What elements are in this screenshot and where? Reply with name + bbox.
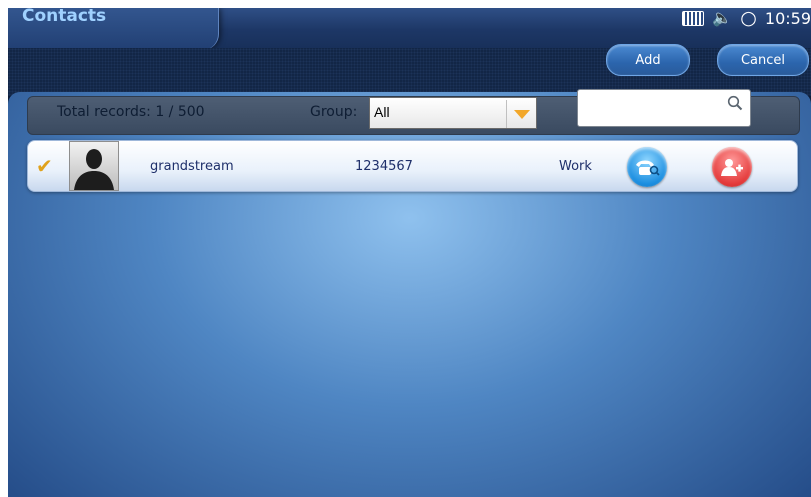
group-select-value: All — [374, 104, 390, 120]
device-screen — [8, 8, 811, 497]
sync-icon: ○ — [740, 6, 757, 29]
volume-icon[interactable]: 🔈 — [712, 10, 732, 26]
group-select-arrow[interactable] — [506, 100, 537, 128]
dial-contact-button[interactable] — [627, 147, 667, 187]
page-title: Contacts — [22, 6, 107, 26]
search-icon[interactable] — [727, 95, 743, 111]
chevron-down-icon — [514, 109, 530, 119]
contact-type: Work — [559, 159, 592, 174]
contact-number: 1234567 — [355, 159, 413, 174]
add-person-icon — [721, 159, 743, 176]
total-records-label: Total records: 1 / 500 — [57, 104, 205, 120]
checkmark-icon[interactable]: ✔ — [36, 156, 53, 176]
clock: 10:59 — [764, 8, 811, 28]
search-input[interactable] — [577, 89, 751, 127]
person-silhouette-icon — [74, 149, 114, 190]
phone-icon — [636, 160, 660, 176]
add-button[interactable]: Add — [606, 44, 690, 76]
add-contact-button[interactable] — [712, 147, 752, 187]
keyboard-icon[interactable] — [682, 10, 705, 26]
cancel-button[interactable]: Cancel — [717, 44, 809, 76]
group-label: Group: — [310, 104, 358, 120]
avatar — [69, 141, 119, 191]
status-icons: 🔈 ○ 10:59 — [682, 7, 811, 29]
contact-name: grandstream — [150, 159, 234, 174]
